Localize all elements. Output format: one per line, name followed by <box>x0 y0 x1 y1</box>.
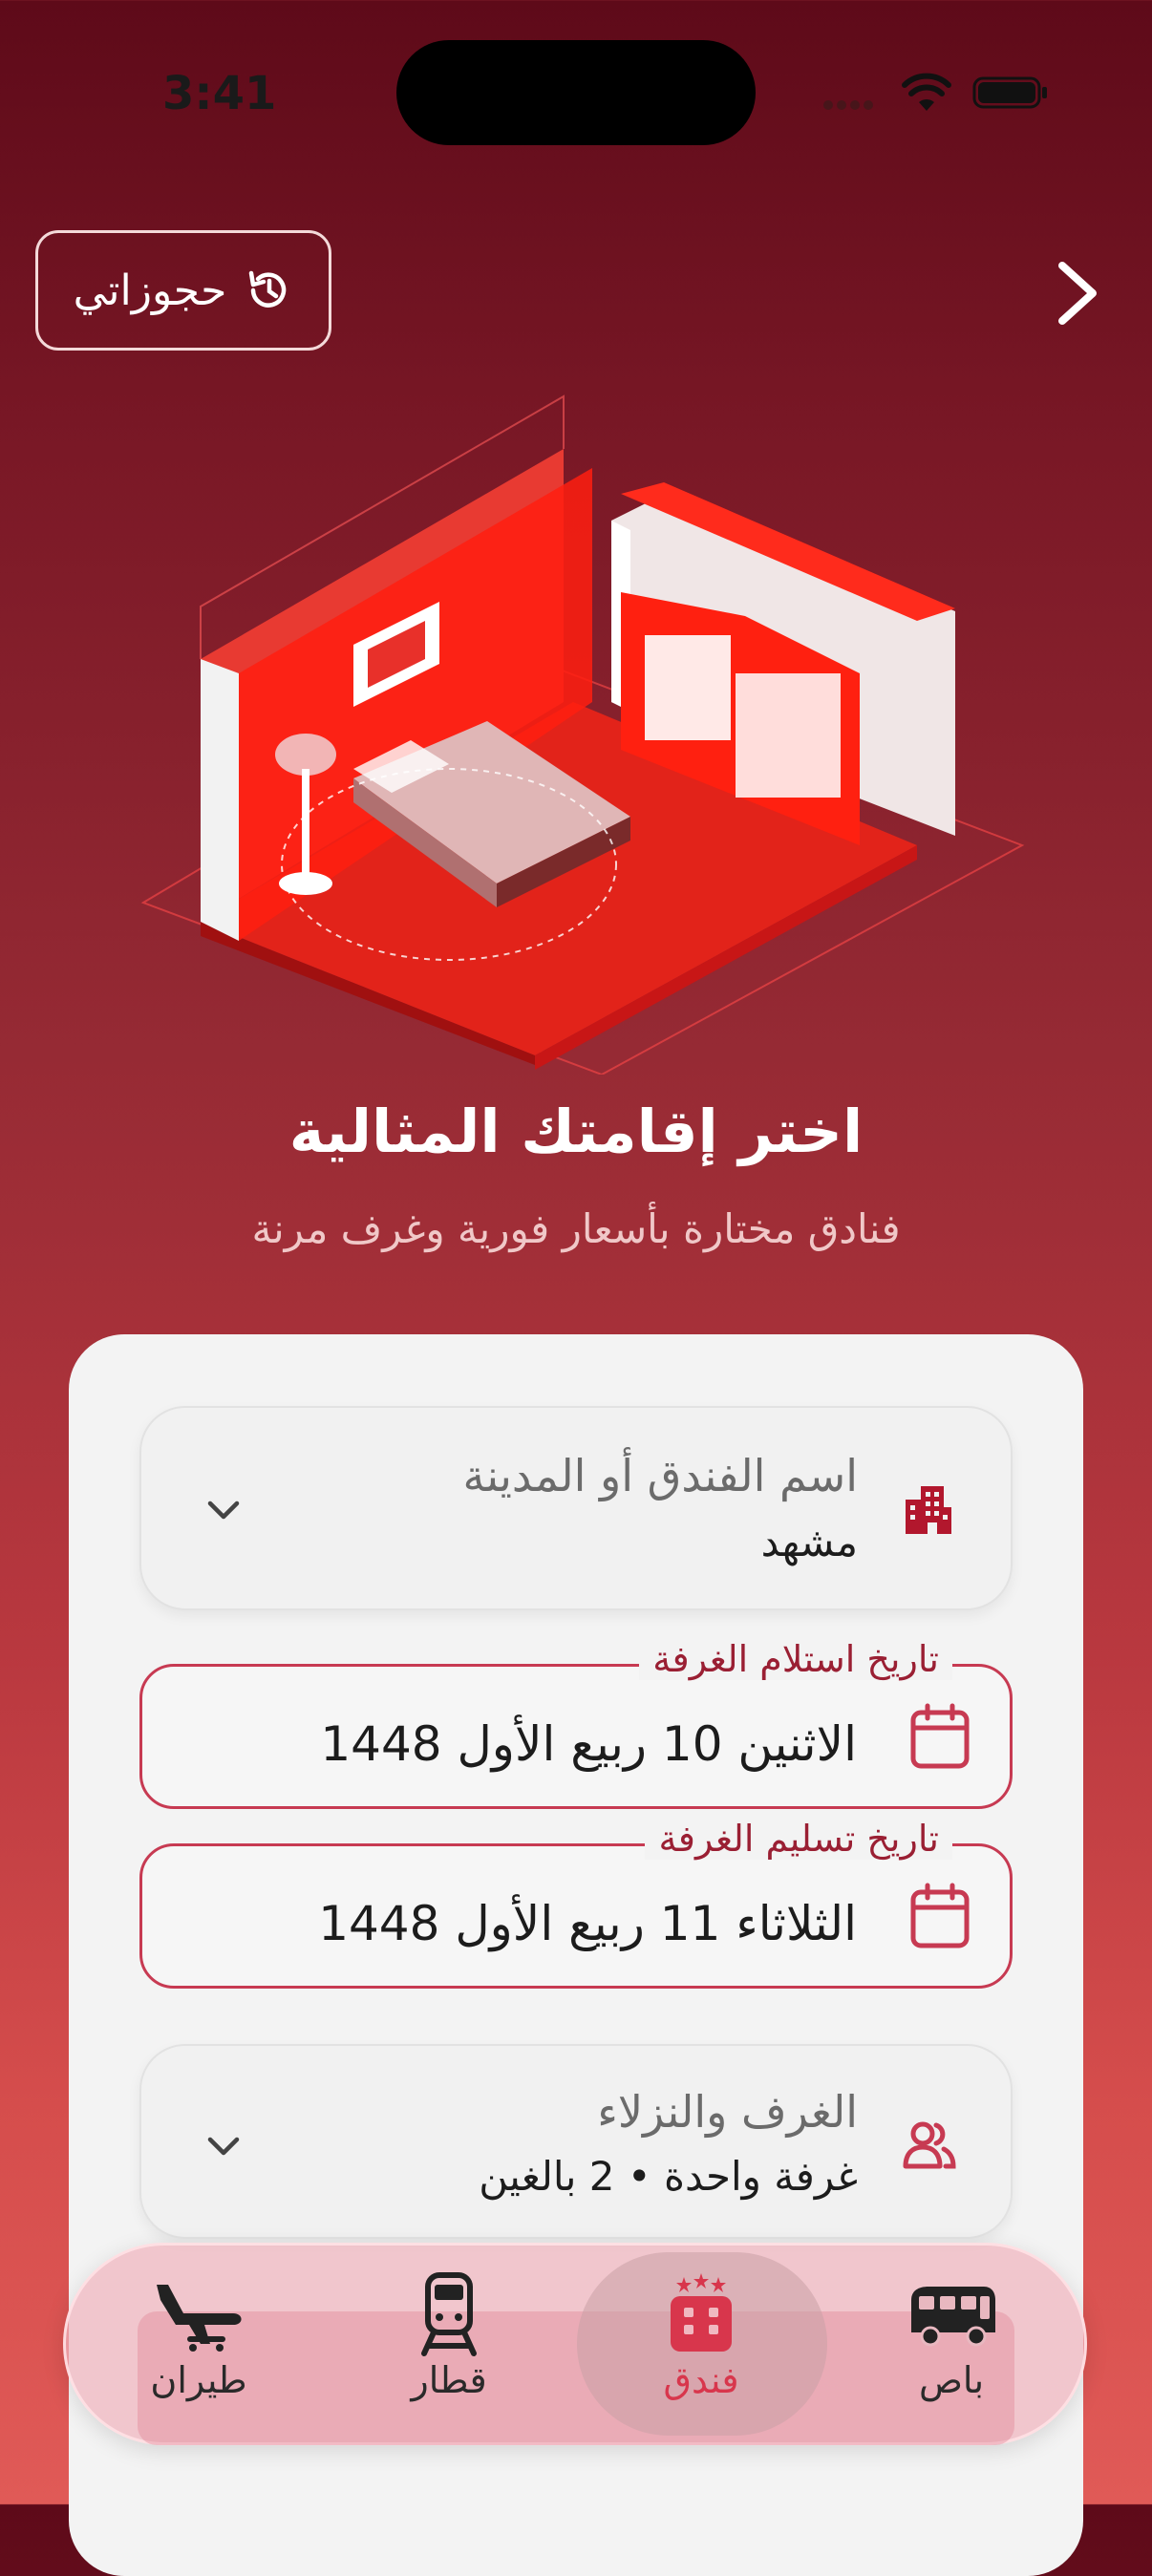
status-time: 3:41 <box>162 67 277 120</box>
bus-icon <box>911 2287 995 2347</box>
signal-icon <box>823 96 883 110</box>
chevron-right-icon[interactable] <box>1051 260 1104 327</box>
nav-item-hotel[interactable]: فندق <box>606 2271 797 2401</box>
checkout-date-field[interactable]: تاريخ تسليم الغرفة الثلاثاء 11 ربيع الأو… <box>139 1818 1013 1989</box>
chevron-down-icon <box>207 1501 240 1520</box>
my-bookings-button[interactable]: حجوزاتي <box>35 230 331 351</box>
page-title: اختر إقامتك المثالية <box>288 1096 864 1166</box>
rooms-guests-field[interactable]: الغرف والنزلاء غرفة واحدة • 2 بالغين <box>139 2044 1013 2239</box>
checkout-label: تاريخ تسليم الغرفة <box>645 1818 952 1860</box>
hotel-room-illustration <box>140 394 1025 1075</box>
hotel-icon <box>671 2273 732 2352</box>
battery-icon <box>972 76 1047 109</box>
hotel-field-label: اسم الفندق أو المدينة <box>462 1450 858 1501</box>
nav-item-bus[interactable]: باص <box>856 2271 1047 2401</box>
chevron-down-icon <box>207 2137 240 2156</box>
guests-field-label: الغرف والنزلاء <box>597 2086 858 2138</box>
nav-item-flights[interactable]: طيران <box>103 2271 294 2401</box>
plane-icon <box>157 2285 242 2352</box>
checkout-value: الثلاثاء 11 ربيع الأول 1448 <box>318 1896 857 1951</box>
guests-field-value: غرفة واحدة • 2 بالغين <box>479 2153 858 2200</box>
hotel-city-field[interactable]: اسم الفندق أو المدينة مشهد <box>139 1406 1013 1610</box>
calendar-icon <box>910 1703 970 1769</box>
nav-item-train[interactable]: قطار <box>353 2271 544 2401</box>
nav-label-hotel: فندق <box>663 2359 739 2401</box>
nav-label-flights: طيران <box>150 2359 247 2401</box>
history-icon <box>249 270 287 308</box>
my-bookings-label: حجوزاتي <box>73 266 227 315</box>
train-icon <box>421 2272 477 2356</box>
checkin-value: الاثنين 10 ربيع الأول 1448 <box>320 1716 857 1772</box>
dynamic-island <box>396 40 756 145</box>
calendar-icon <box>910 1883 970 1948</box>
checkin-date-field[interactable]: تاريخ استلام الغرفة الاثنين 10 ربيع الأو… <box>139 1638 1013 1809</box>
wifi-icon <box>902 73 951 111</box>
people-icon <box>903 2121 956 2169</box>
page-subtitle: فنادق مختارة بأسعار فورية وغرف مرنة <box>251 1205 901 1252</box>
building-icon <box>906 1486 951 1534</box>
nav-label-train: قطار <box>411 2359 487 2401</box>
hotel-field-value: مشهد <box>760 1519 858 1565</box>
nav-label-bus: باص <box>918 2359 985 2401</box>
checkin-label: تاريخ استلام الغرفة <box>639 1638 952 1680</box>
